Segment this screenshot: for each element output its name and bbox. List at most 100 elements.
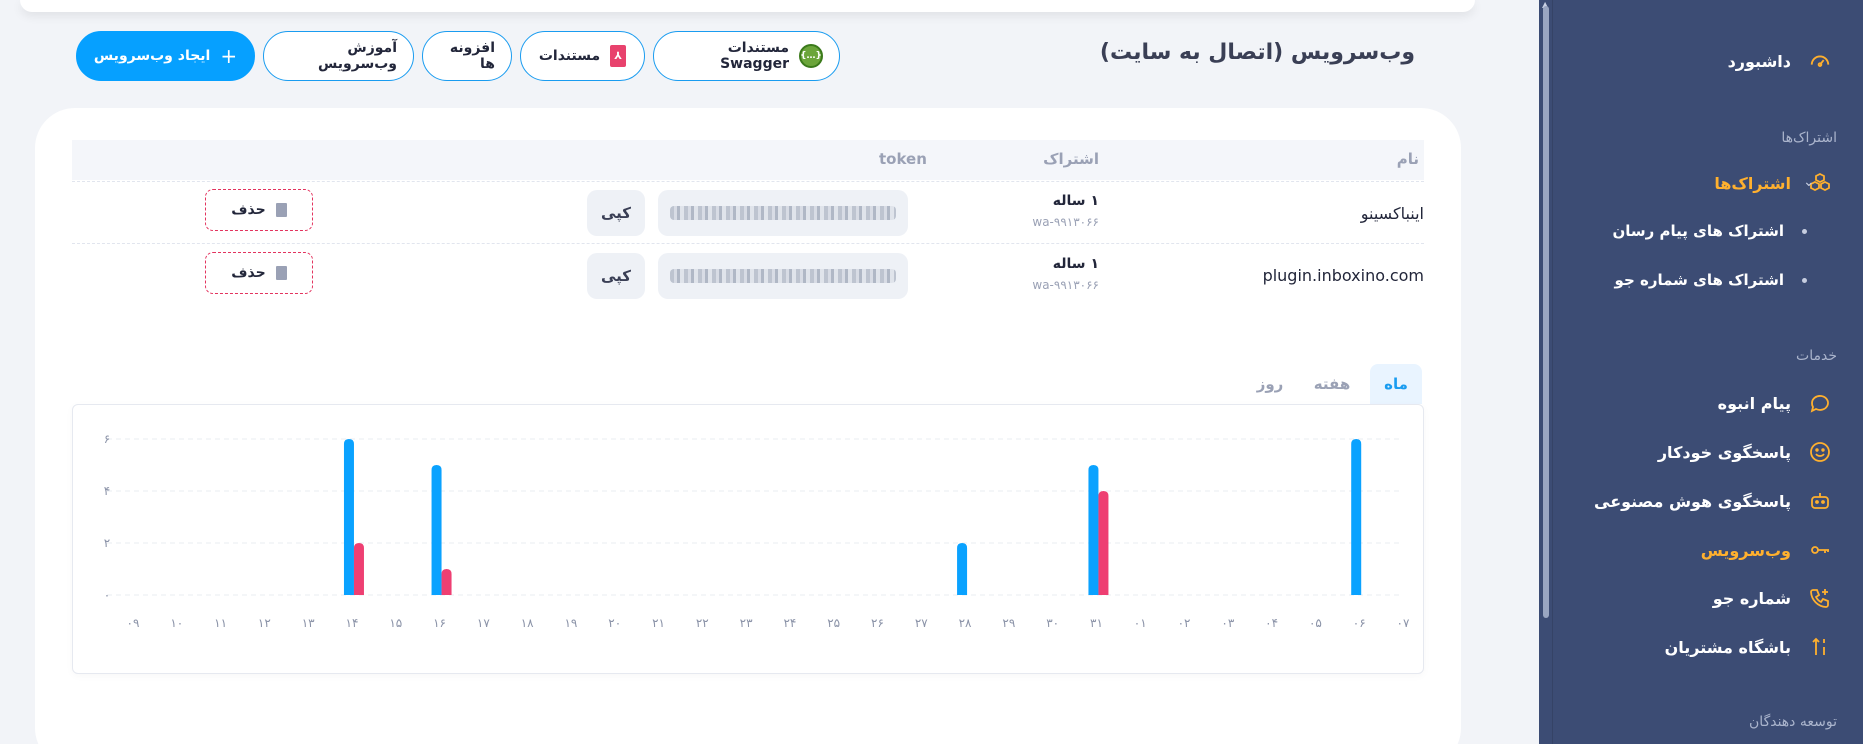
row-subscription: ۱ ساله wa-۹۹۱۳۰۶۶ xyxy=(1032,256,1099,292)
swagger-docs-button[interactable]: {…} مستندات Swagger xyxy=(653,31,840,81)
x-tick-label: ۱۳ xyxy=(302,616,315,630)
bar-series-1[interactable] xyxy=(957,543,968,595)
x-tick-label: ۰۹ xyxy=(127,616,140,630)
trash-icon xyxy=(275,203,287,217)
sidebar-subitem-numberfinder-subscriptions[interactable]: اشتراک های شماره جو xyxy=(1615,271,1807,289)
x-tick-label: ۱۰ xyxy=(170,616,183,630)
sidebar-item-label: شماره جو xyxy=(1712,588,1791,608)
bar-series-1[interactable] xyxy=(1088,465,1099,595)
button-label: افزونه ها xyxy=(449,40,495,72)
chat-bubble-icon xyxy=(1807,390,1833,416)
sidebar-item-number-finder[interactable]: شماره جو xyxy=(1713,583,1833,613)
sidebar-subitem-messenger-subscriptions[interactable]: اشتراک های پیام رسان xyxy=(1612,222,1807,240)
sidebar-subitem-label: اشتراک های شماره جو xyxy=(1614,271,1784,289)
bar-series-2[interactable] xyxy=(441,569,452,595)
sidebar-item-label: پاسخگوی هوش مصنوعی xyxy=(1594,491,1791,511)
top-header-bar xyxy=(20,0,1475,12)
bar-series-2[interactable] xyxy=(1098,491,1109,595)
delete-button[interactable]: حذف xyxy=(205,252,313,294)
sidebar-item-label: داشبورد xyxy=(1727,51,1791,71)
section-label-developers: توسعه دهندگان xyxy=(1749,714,1837,730)
button-label: حذف xyxy=(231,202,266,218)
sidebar: ▲ داشبورد اشتراک‌ها اشتراک‌ها ⌄ اشتراک ه… xyxy=(1539,0,1863,744)
plan-code: wa-۹۹۱۳۰۶۶ xyxy=(1032,215,1099,229)
bar-series-1[interactable] xyxy=(1351,439,1362,595)
sidebar-item-auto-responder[interactable]: پاسخگوی خودکار xyxy=(1658,437,1833,467)
row-subscription: ۱ ساله wa-۹۹۱۳۰۶۶ xyxy=(1032,193,1099,229)
x-tick-label: ۰۷ xyxy=(1397,616,1410,630)
trash-icon xyxy=(275,266,287,280)
bar-series-1[interactable] xyxy=(343,439,354,595)
section-label-subscriptions: اشتراک‌ها xyxy=(1781,130,1837,146)
row-divider xyxy=(72,181,1424,182)
x-tick-label: ۲۹ xyxy=(1002,616,1015,630)
sidebar-item-bulk-message[interactable]: پیام انبوه xyxy=(1718,388,1833,418)
button-label: ایجاد وب‌سرویس xyxy=(93,48,211,64)
x-tick-label: ۲۴ xyxy=(783,616,796,630)
swagger-icon: {…} xyxy=(799,44,823,68)
plugins-button[interactable]: افزونه ها xyxy=(422,31,512,81)
gauge-icon xyxy=(1807,48,1833,74)
sidebar-item-label: باشگاه مشتریان xyxy=(1664,637,1791,657)
y-tick-label: ۲ xyxy=(104,536,110,550)
token-value-masked xyxy=(670,269,896,283)
y-tick-label: ۶ xyxy=(104,432,110,446)
x-tick-label: ۲۱ xyxy=(652,616,665,630)
sidebar-item-label: وب‌سرویس xyxy=(1700,540,1791,560)
x-tick-label: ۲۳ xyxy=(740,616,753,630)
bar-series-1[interactable] xyxy=(431,465,442,595)
y-tick-label: ۰ xyxy=(104,588,110,602)
sidebar-scrollbar[interactable]: ▲ xyxy=(1539,0,1553,744)
column-header-subscription: اشتراک xyxy=(1043,150,1099,168)
column-header-token: token xyxy=(879,150,927,168)
tab-day[interactable]: روز xyxy=(1244,364,1296,404)
token-value-masked xyxy=(670,206,896,220)
x-tick-label: ۲۶ xyxy=(871,616,884,630)
token-field[interactable] xyxy=(658,253,908,299)
tab-month[interactable]: ماه xyxy=(1370,364,1422,404)
x-tick-label: ۱۷ xyxy=(477,616,490,630)
sidebar-item-label: پیام انبوه xyxy=(1717,393,1791,413)
sidebar-item-customer-club[interactable]: باشگاه مشتریان xyxy=(1665,632,1833,662)
y-tick-label: ۴ xyxy=(104,484,110,498)
x-tick-label: ۰۲ xyxy=(1178,616,1191,630)
scrollbar-thumb[interactable] xyxy=(1543,6,1549,618)
copy-token-button[interactable]: کپی xyxy=(587,190,645,236)
x-tick-label: ۰۳ xyxy=(1221,616,1234,630)
chevron-down-icon[interactable]: ⌄ xyxy=(1803,174,1815,190)
row-name: plugin.inboxino.com xyxy=(1262,266,1424,285)
bar-series-2[interactable] xyxy=(353,543,364,595)
docs-button[interactable]: ⅄ مستندات xyxy=(520,31,645,81)
sidebar-item-subscriptions[interactable]: اشتراک‌ها xyxy=(1714,168,1833,198)
robot-icon xyxy=(1807,488,1833,514)
row-divider xyxy=(72,243,1424,244)
x-tick-label: ۱۹ xyxy=(564,616,577,630)
x-tick-label: ۳۰ xyxy=(1046,616,1059,630)
sidebar-item-webservice[interactable]: وب‌سرویس xyxy=(1701,535,1833,565)
sidebar-subitem-label: اشتراک های پیام رسان xyxy=(1612,222,1785,240)
section-label-services: خدمات xyxy=(1796,348,1837,364)
tab-week[interactable]: هفته xyxy=(1306,364,1358,404)
bullet-icon xyxy=(1802,277,1807,283)
plan-duration: ۱ ساله xyxy=(1052,256,1099,272)
plus-icon: + xyxy=(220,44,238,68)
sidebar-item-dashboard[interactable]: داشبورد xyxy=(1728,46,1833,76)
button-label: مستندات xyxy=(538,48,601,64)
tutorial-button[interactable]: آموزش وب‌سرویس xyxy=(263,31,414,81)
sidebar-item-ai-responder[interactable]: پاسخگوی هوش مصنوعی xyxy=(1594,486,1833,516)
x-tick-label: ۳۱ xyxy=(1090,616,1103,630)
smiley-icon xyxy=(1807,439,1833,465)
x-tick-label: ۲۷ xyxy=(915,616,928,630)
table-header xyxy=(72,140,1424,180)
bullet-icon xyxy=(1802,228,1807,234)
x-tick-label: ۱۵ xyxy=(389,616,402,630)
copy-token-button[interactable]: کپی xyxy=(587,253,645,299)
x-tick-label: ۱۲ xyxy=(258,616,271,630)
sidebar-item-label: پاسخگوی خودکار xyxy=(1657,442,1791,462)
x-tick-label: ۲۰ xyxy=(608,616,621,630)
delete-button[interactable]: حذف xyxy=(205,189,313,231)
create-webservice-button[interactable]: + ایجاد وب‌سرویس xyxy=(76,31,255,81)
x-tick-label: ۰۴ xyxy=(1265,616,1278,630)
token-field[interactable] xyxy=(658,190,908,236)
page-title: وب‌سرویس (اتصال به سایت) xyxy=(1099,40,1415,65)
